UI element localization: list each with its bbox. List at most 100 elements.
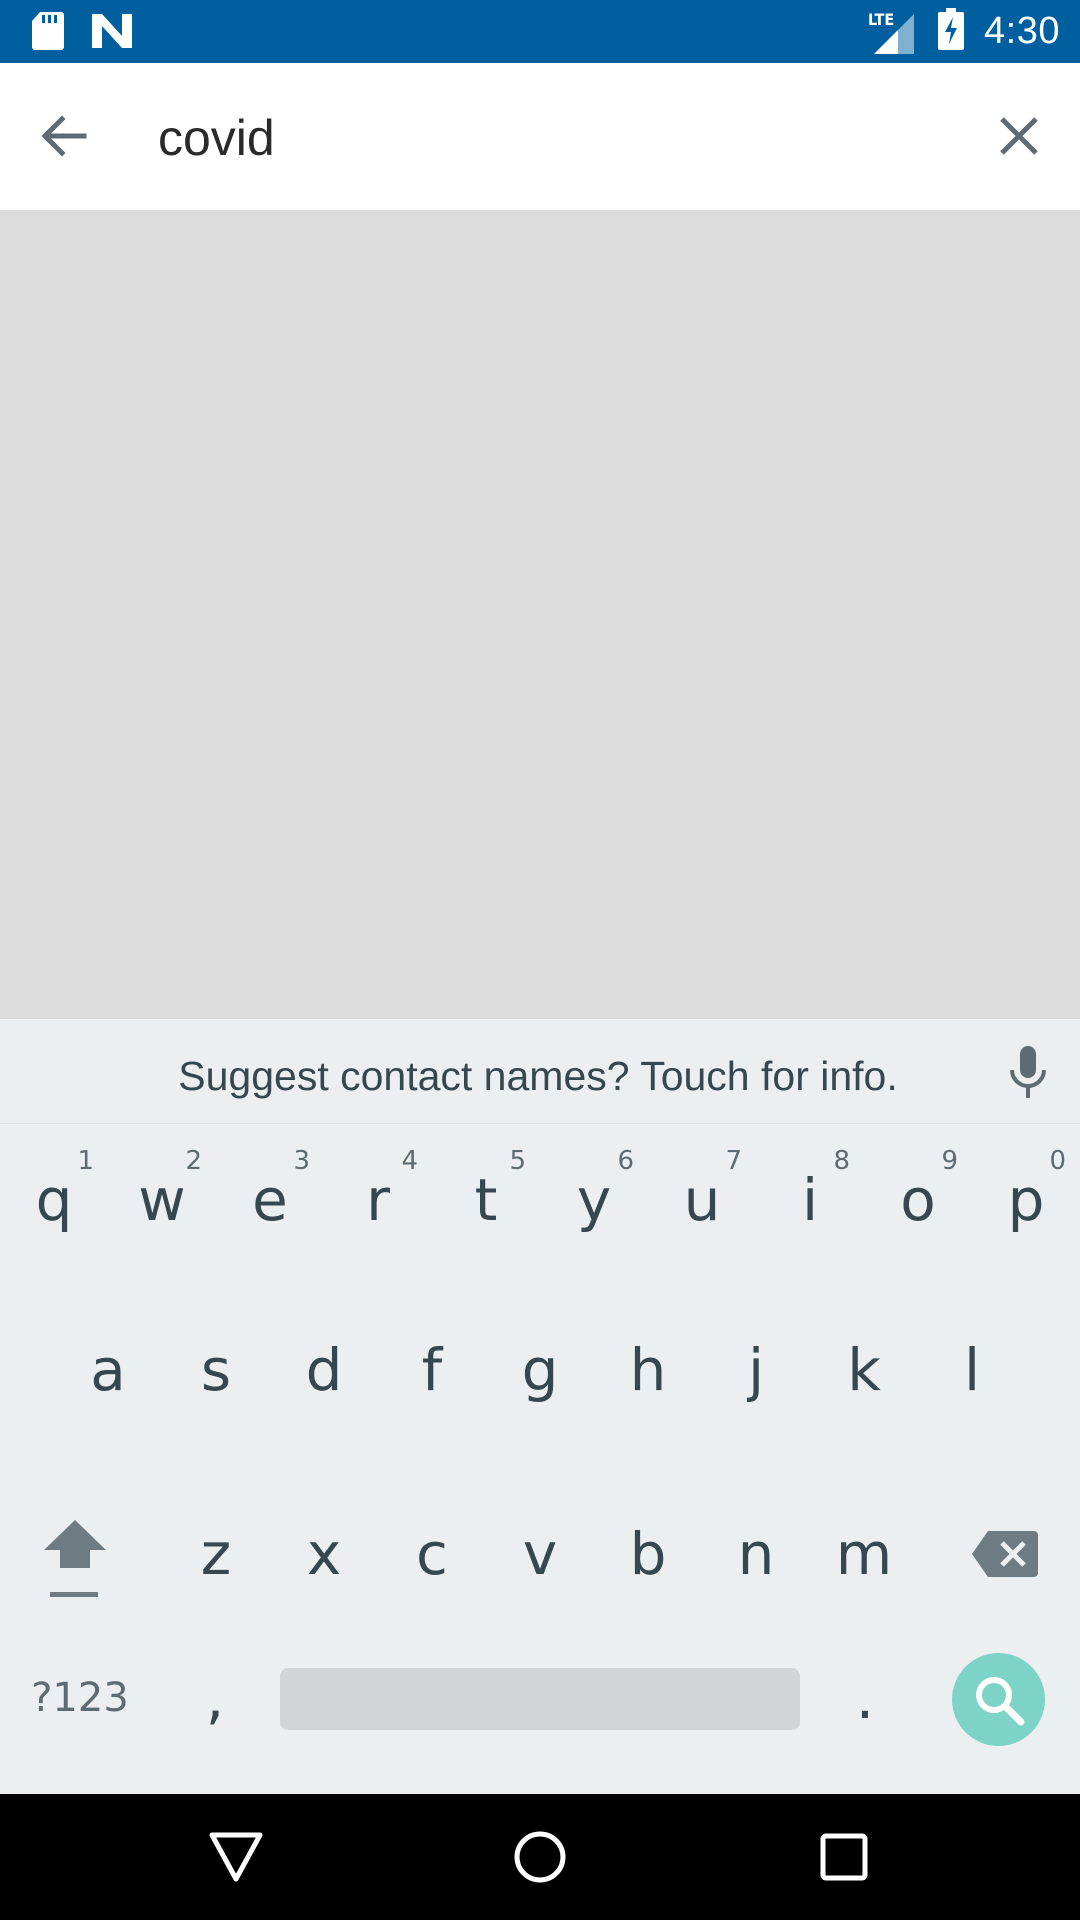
key-d[interactable]: d	[270, 1310, 378, 1430]
key-label: n	[737, 1520, 775, 1588]
key-w[interactable]: w2	[108, 1140, 216, 1260]
key-label: l	[963, 1336, 981, 1404]
backspace-icon	[972, 1531, 1038, 1577]
key-o[interactable]: o9	[864, 1140, 972, 1260]
key-label: v	[522, 1520, 558, 1588]
key-hint: 4	[401, 1146, 418, 1176]
status-right-icons: LTE 4:30	[868, 0, 1060, 63]
close-icon	[1000, 117, 1038, 155]
comma-key-label: ,	[205, 1664, 225, 1732]
key-label: b	[629, 1520, 667, 1588]
key-f[interactable]: f	[378, 1310, 486, 1430]
nav-back-button[interactable]	[203, 1824, 269, 1890]
shift-arrow-icon	[44, 1520, 106, 1597]
suggestion-text[interactable]: Suggest contact names? Touch for info.	[0, 1053, 1080, 1100]
key-i[interactable]: i8	[756, 1140, 864, 1260]
clear-search-button[interactable]	[986, 103, 1052, 169]
symbols-key-label: ?123	[31, 1675, 129, 1721]
key-a[interactable]: a	[54, 1310, 162, 1430]
search-input[interactable]: covid	[158, 109, 275, 167]
key-x[interactable]: x	[270, 1494, 378, 1614]
key-label: o	[900, 1166, 936, 1234]
key-label: u	[683, 1166, 721, 1234]
back-button[interactable]	[30, 103, 96, 169]
back-triangle-icon	[209, 1832, 263, 1882]
key-label: z	[200, 1520, 232, 1588]
search-action-key[interactable]	[952, 1653, 1045, 1746]
key-l[interactable]: l	[918, 1310, 1026, 1430]
key-label: e	[252, 1166, 288, 1234]
key-hint: 3	[293, 1146, 310, 1176]
key-g[interactable]: g	[486, 1310, 594, 1430]
signal-icon: LTE	[868, 10, 918, 54]
key-label: a	[90, 1336, 126, 1404]
key-hint: 0	[1049, 1146, 1066, 1176]
key-p[interactable]: p0	[972, 1140, 1080, 1260]
search-header: covid	[0, 63, 1080, 210]
key-label: d	[305, 1336, 343, 1404]
key-hint: 5	[509, 1146, 526, 1176]
space-bar[interactable]	[280, 1668, 800, 1730]
key-label: x	[306, 1520, 342, 1588]
clock: 4:30	[984, 10, 1060, 52]
battery-charging-icon	[938, 8, 965, 55]
key-j[interactable]: j	[702, 1310, 810, 1430]
results-area	[0, 210, 1080, 1018]
nav-recents-button[interactable]	[811, 1824, 877, 1890]
sd-card-icon	[32, 12, 64, 55]
key-label: w	[138, 1166, 186, 1234]
back-arrow-icon	[41, 115, 87, 157]
key-hint: 7	[725, 1146, 742, 1176]
key-label: r	[366, 1166, 390, 1234]
key-z[interactable]: z	[162, 1494, 270, 1614]
key-hint: 6	[617, 1146, 634, 1176]
period-key[interactable]: .	[820, 1658, 910, 1738]
key-q[interactable]: q1	[0, 1140, 108, 1260]
key-t[interactable]: t5	[432, 1140, 540, 1260]
key-hint: 1	[77, 1146, 94, 1176]
key-c[interactable]: c	[378, 1494, 486, 1614]
key-label: t	[474, 1166, 498, 1234]
shift-key[interactable]	[30, 1503, 120, 1613]
symbols-key[interactable]: ?123	[20, 1658, 140, 1738]
key-label: g	[521, 1336, 559, 1404]
period-key-label: .	[855, 1664, 875, 1732]
status-left-icons	[32, 12, 132, 55]
key-label: s	[200, 1336, 232, 1404]
key-label: h	[629, 1336, 667, 1404]
key-label: f	[421, 1336, 443, 1404]
key-e[interactable]: e3	[216, 1140, 324, 1260]
key-r[interactable]: r4	[324, 1140, 432, 1260]
key-label: k	[847, 1336, 881, 1404]
status-bar: LTE 4:30	[0, 0, 1080, 63]
key-v[interactable]: v	[486, 1494, 594, 1614]
search-icon	[975, 1676, 1024, 1725]
key-label: q	[35, 1166, 73, 1234]
key-label: m	[835, 1520, 893, 1588]
key-label: p	[1007, 1166, 1045, 1234]
key-m[interactable]: m	[810, 1494, 918, 1614]
soft-keyboard: Suggest contact names? Touch for info. q…	[0, 1018, 1080, 1794]
key-h[interactable]: h	[594, 1310, 702, 1430]
navigation-bar	[0, 1794, 1080, 1920]
key-u[interactable]: u7	[648, 1140, 756, 1260]
comma-key[interactable]: ,	[170, 1658, 260, 1738]
recents-square-icon	[820, 1833, 868, 1881]
key-n[interactable]: n	[702, 1494, 810, 1614]
key-hint: 8	[833, 1146, 850, 1176]
key-y[interactable]: y6	[540, 1140, 648, 1260]
backspace-key[interactable]	[960, 1516, 1050, 1592]
nav-home-button[interactable]	[507, 1824, 573, 1890]
voice-input-button[interactable]	[1000, 1045, 1056, 1101]
app-notification-icon	[92, 14, 132, 53]
microphone-icon	[1010, 1046, 1046, 1098]
home-circle-icon	[514, 1831, 566, 1883]
key-k[interactable]: k	[810, 1310, 918, 1430]
key-hint: 9	[941, 1146, 958, 1176]
key-b[interactable]: b	[594, 1494, 702, 1614]
key-label: i	[801, 1166, 819, 1234]
key-s[interactable]: s	[162, 1310, 270, 1430]
key-label: c	[416, 1520, 448, 1588]
key-label: j	[747, 1336, 765, 1404]
suggestion-strip[interactable]: Suggest contact names? Touch for info.	[0, 1018, 1080, 1124]
